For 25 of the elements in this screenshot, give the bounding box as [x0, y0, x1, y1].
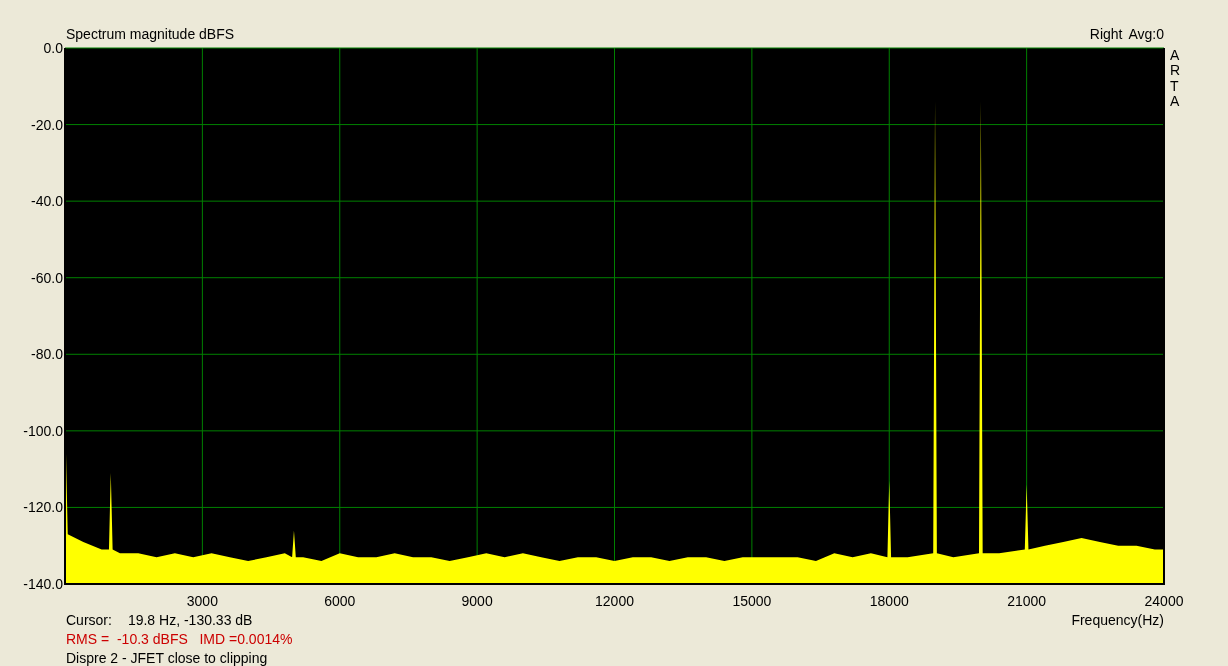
axis-label: -40.0 — [31, 193, 63, 210]
cursor-label: Cursor: — [66, 611, 112, 628]
axis-label: 18000 — [869, 593, 909, 609]
axis-label: -140.0 — [23, 576, 63, 592]
axis-label: 24000 — [1144, 593, 1184, 609]
axis-label: 3000 — [186, 593, 218, 609]
axis-label: 9000 — [461, 593, 493, 609]
axis-label: -60.0 — [31, 269, 63, 286]
axis-label: -20.0 — [31, 116, 63, 133]
channel-name: Right — [1089, 26, 1123, 42]
axis-title: Frequency(Hz) — [1071, 611, 1164, 628]
axis-label: 0.0 — [43, 42, 63, 56]
axis-label: 15000 — [732, 593, 772, 609]
caption-text: Dispre 2 - JFET close to clipping — [66, 649, 268, 666]
side-label: ARTA — [1170, 48, 1182, 110]
measurement-text: RMS = -10.3 dBFS IMD =0.0014% — [66, 630, 293, 647]
axis-label: -120.0 — [23, 499, 63, 516]
cursor-value: 19.8 Hz, -130.33 dB — [127, 611, 253, 628]
axis-label: 21000 — [1007, 593, 1047, 609]
average-count: Avg:0 — [1128, 26, 1164, 42]
axis-label: 6000 — [324, 593, 356, 609]
axis-label: -80.0 — [31, 346, 63, 363]
chart-title: Spectrum magnitude dBFS — [66, 26, 235, 42]
axis-label: 12000 — [595, 593, 634, 609]
axis-label: -100.0 — [23, 422, 63, 439]
